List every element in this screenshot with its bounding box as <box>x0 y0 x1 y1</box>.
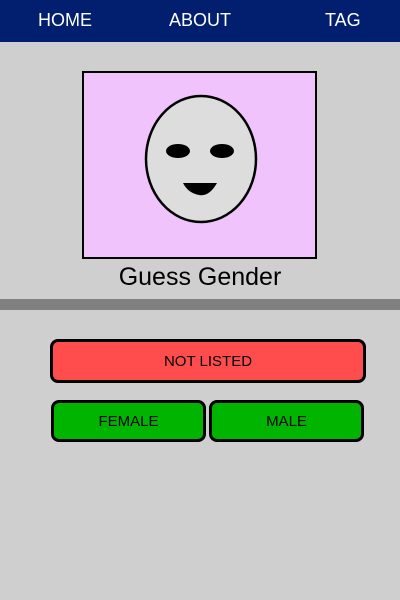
nav-tag-link[interactable]: TAG <box>325 0 361 42</box>
top-nav-bar: HOME ABOUT TAG <box>0 0 400 42</box>
face-outline <box>144 94 258 224</box>
nav-about-link[interactable]: ABOUT <box>169 0 231 42</box>
female-button[interactable]: FEMALE <box>51 400 206 442</box>
left-eye <box>166 144 190 158</box>
right-eye <box>210 144 234 158</box>
not-listed-button[interactable]: NOT LISTED <box>50 339 366 383</box>
mask-face-icon <box>144 94 258 224</box>
section-divider <box>0 299 400 310</box>
page-title: Guess Gender <box>118 263 282 291</box>
nav-home-link[interactable]: HOME <box>38 0 92 42</box>
male-button[interactable]: MALE <box>209 400 364 442</box>
portrait-image <box>82 71 317 259</box>
